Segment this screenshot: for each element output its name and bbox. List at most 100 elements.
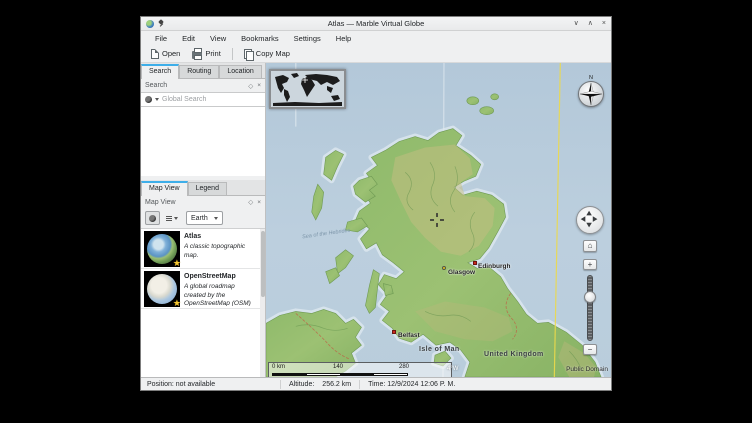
- tab-legend[interactable]: Legend: [188, 182, 227, 195]
- map-terrain: [266, 63, 611, 377]
- float-dock-icon[interactable]: ◇: [248, 198, 253, 206]
- map-theme-thumbnail: ★: [144, 271, 180, 307]
- compass-rose-icon: [578, 81, 604, 107]
- map-list-scrollbar[interactable]: [260, 229, 265, 378]
- global-search-icon: [145, 96, 152, 103]
- map-scale-bar: 0 km 140 280: [268, 362, 452, 377]
- tab-location[interactable]: Location: [219, 65, 261, 78]
- favorite-star-icon[interactable]: ★: [173, 258, 181, 269]
- maximize-button[interactable]: ∧: [588, 17, 593, 31]
- print-button-label: Print: [205, 49, 220, 58]
- isle-of-man-label: Isle of Man: [419, 346, 460, 353]
- status-separator: [280, 380, 281, 389]
- tab-map-view[interactable]: Map View: [141, 181, 188, 196]
- global-search-input[interactable]: Global Search: [141, 92, 265, 107]
- edinburgh-city-marker[interactable]: [473, 261, 477, 265]
- search-panel-tabs: Search Routing Location: [141, 63, 265, 79]
- pan-up-arrow-icon: [586, 211, 592, 216]
- menu-edit[interactable]: Edit: [176, 33, 201, 44]
- mapview-dock-title: Map View: [145, 199, 176, 206]
- menu-help[interactable]: Help: [330, 33, 357, 44]
- list-icon: [166, 216, 172, 221]
- open-button-label: Open: [162, 49, 180, 58]
- glasgow-city-marker[interactable]: [442, 266, 446, 270]
- status-bar: Position: not available Altitude: 256.2 …: [141, 377, 611, 390]
- home-icon: ⌂: [588, 242, 593, 250]
- belfast-city-marker[interactable]: [392, 330, 396, 334]
- menu-view[interactable]: View: [204, 33, 232, 44]
- menu-file[interactable]: File: [149, 33, 173, 44]
- globe-projection-button[interactable]: [145, 211, 160, 225]
- overview-map[interactable]: [269, 69, 346, 109]
- map-theme-list: ★ Atlas A classic topographic map. It us…: [141, 229, 265, 378]
- left-panel: Search Routing Location Search ◇ × Globa…: [141, 63, 266, 377]
- map-canvas[interactable]: N: [266, 63, 611, 377]
- pan-right-arrow-icon: [593, 216, 598, 222]
- status-altitude-label: Altitude:: [289, 381, 314, 388]
- copy-map-button-label: Copy Map: [256, 49, 290, 58]
- status-separator: [359, 380, 360, 389]
- pan-control[interactable]: [576, 206, 604, 234]
- globe-icon: [149, 215, 156, 222]
- scale-label-140: 140: [333, 364, 343, 370]
- celestial-body-value: Earth: [191, 215, 208, 222]
- open-button[interactable]: Open: [146, 47, 185, 61]
- copy-map-button[interactable]: Copy Map: [239, 47, 295, 61]
- glasgow-label: Glasgow: [448, 269, 475, 276]
- home-button[interactable]: ⌂: [583, 240, 597, 252]
- search-dock-title: Search: [145, 82, 167, 89]
- meridian-label: 4°W: [447, 366, 458, 372]
- zoom-slider-handle[interactable]: [584, 291, 596, 303]
- zoom-out-button[interactable]: −: [583, 344, 597, 355]
- scale-bar-segments: [272, 373, 408, 376]
- status-altitude-value: 256.2 km: [322, 381, 351, 388]
- chevron-down-icon: [174, 217, 178, 220]
- close-dock-icon[interactable]: ×: [257, 82, 261, 89]
- favorite-star-icon[interactable]: ★: [173, 298, 181, 309]
- map-theme-description: A global roadmap created by the OpenStre…: [184, 283, 257, 306]
- menu-bookmarks[interactable]: Bookmarks: [235, 33, 285, 44]
- map-theme-item-atlas[interactable]: ★ Atlas A classic topographic map. It us…: [141, 229, 265, 269]
- close-dock-icon[interactable]: ×: [257, 199, 261, 206]
- chevron-down-icon: [155, 98, 159, 101]
- map-theme-thumbnail: ★: [144, 231, 180, 267]
- united-kingdom-label: United Kingdom: [484, 351, 544, 358]
- window-title: Atlas — Marble Virtual Globe: [141, 19, 611, 28]
- landmass-orkney: [491, 94, 499, 100]
- toolbar-separator: [232, 48, 233, 60]
- celestial-body-select[interactable]: Earth: [186, 211, 223, 225]
- status-position: Position: not available: [147, 381, 272, 388]
- map-theme-name: OpenStreetMap: [184, 272, 257, 281]
- tab-routing[interactable]: Routing: [179, 65, 219, 78]
- landmass-orkney: [480, 107, 494, 115]
- tab-search[interactable]: Search: [141, 64, 179, 79]
- marble-window: Atlas — Marble Virtual Globe ∨ ∧ × File …: [140, 16, 612, 391]
- landmass-orkney: [467, 97, 479, 105]
- menu-settings[interactable]: Settings: [288, 33, 327, 44]
- zoom-slider-track[interactable]: [587, 275, 593, 341]
- search-dock-header: Search ◇ ×: [141, 79, 265, 92]
- chevron-down-icon: [214, 217, 218, 220]
- scale-label-280: 280: [399, 364, 409, 370]
- map-theme-description: A classic topographic map. It uses vecto…: [184, 243, 257, 266]
- zoom-in-button[interactable]: +: [583, 259, 597, 270]
- compass[interactable]: N: [576, 75, 606, 115]
- copy-icon: [244, 49, 253, 59]
- title-bar[interactable]: Atlas — Marble Virtual Globe ∨ ∧ ×: [141, 17, 611, 31]
- print-button[interactable]: Print: [187, 47, 225, 61]
- map-attribution: Public Domain: [566, 366, 608, 373]
- map-theme-name: Atlas: [184, 232, 257, 241]
- search-results-area[interactable]: [141, 107, 265, 176]
- mapview-panel-tabs: Map View Legend: [141, 180, 265, 196]
- projection-dropdown-button[interactable]: [163, 211, 181, 225]
- close-button[interactable]: ×: [602, 17, 606, 31]
- mapview-controls: Earth: [141, 209, 265, 229]
- scale-label-0: 0 km: [272, 364, 285, 370]
- float-dock-icon[interactable]: ◇: [248, 82, 253, 90]
- minimize-button[interactable]: ∨: [574, 17, 579, 31]
- mapview-dock-header: Map View ◇ ×: [141, 196, 265, 209]
- open-file-icon: [151, 49, 159, 59]
- map-theme-item-openstreetmap[interactable]: ★ OpenStreetMap A global roadmap created…: [141, 269, 265, 309]
- desktop-background: Atlas — Marble Virtual Globe ∨ ∧ × File …: [0, 0, 752, 423]
- pan-left-arrow-icon: [581, 216, 586, 222]
